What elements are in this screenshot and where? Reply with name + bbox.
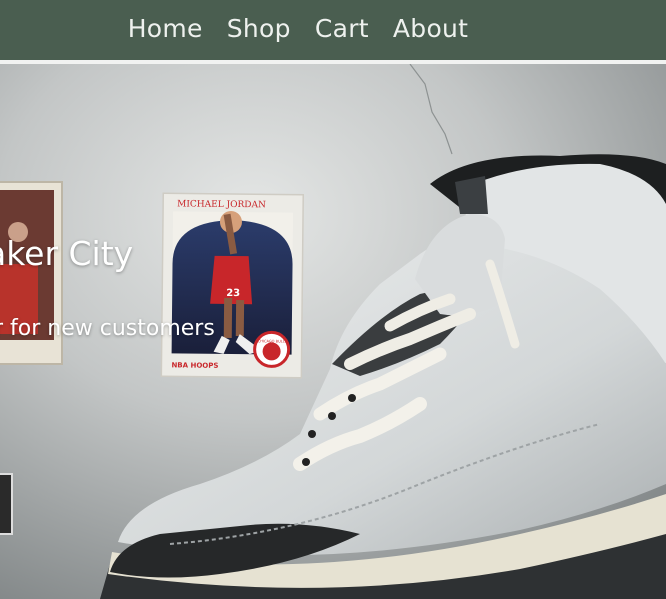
hero-title: aker City bbox=[0, 234, 134, 273]
main-nav: Home Shop Cart About bbox=[0, 0, 666, 56]
nav-link-shop[interactable]: Shop bbox=[227, 14, 291, 43]
small-frame bbox=[0, 473, 13, 535]
nav-link-home[interactable]: Home bbox=[128, 14, 203, 43]
poster-jersey-number: 23 bbox=[226, 288, 240, 299]
nav-link-cart[interactable]: Cart bbox=[315, 14, 369, 43]
poster-brand-text: NBA HOOPS bbox=[171, 361, 218, 369]
hero-banner: MICHAEL JORDAN 23 NBA HOOPS CHICAGO BULL… bbox=[0, 64, 666, 599]
poster-name-text: MICHAEL JORDAN bbox=[177, 199, 266, 210]
top-navbar: Home Shop Cart About bbox=[0, 0, 666, 60]
poster-team-text: CHICAGO BULLS bbox=[258, 339, 288, 343]
nav-link-about[interactable]: About bbox=[393, 14, 468, 43]
poster-card: MICHAEL JORDAN 23 NBA HOOPS CHICAGO BULL… bbox=[160, 192, 305, 379]
hero-subtitle: r for new customers bbox=[0, 316, 215, 341]
